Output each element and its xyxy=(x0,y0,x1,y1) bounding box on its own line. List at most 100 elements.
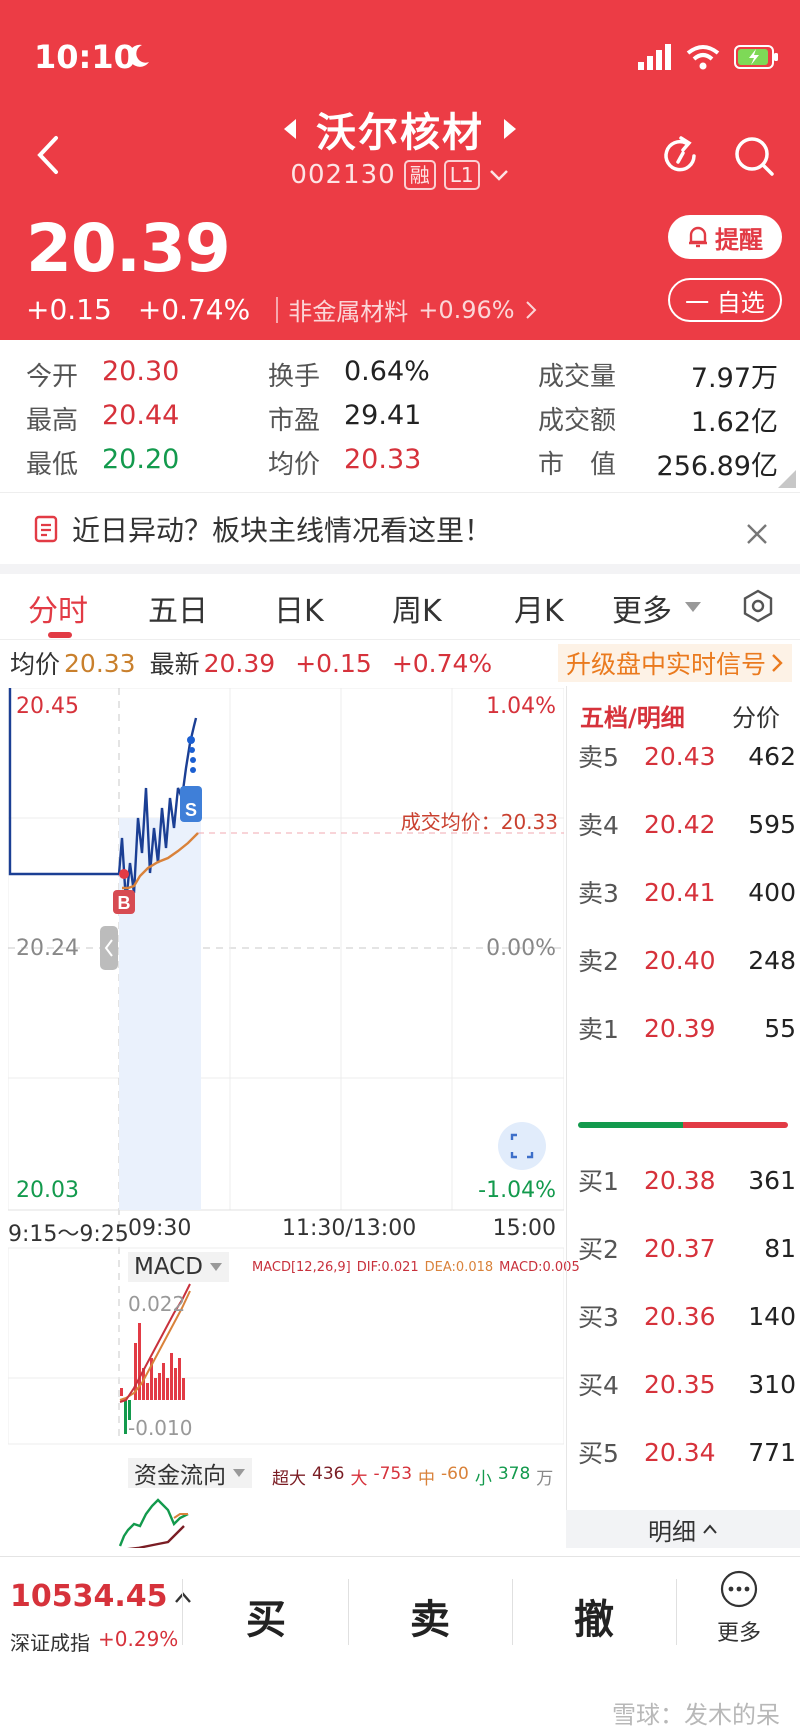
moon-icon xyxy=(128,44,149,67)
stock-header: 10:10 沃尔核材 002130 融 L1 20.39 +0.15 +0.74… xyxy=(0,0,800,340)
y-label-bottom: 20.03 xyxy=(16,1178,79,1203)
bid-row-3: 买3 20.36 140 xyxy=(578,1301,796,1333)
tab-more[interactable]: 更多 xyxy=(612,586,672,630)
pe-label: 市盈 xyxy=(268,406,321,436)
index-pct: +0.29% xyxy=(98,1627,179,1651)
bottom-trade-bar: 10534.45 深证成指 +0.29% 买 卖 撤 更多 雪球：发木的呆 xyxy=(0,1556,800,1732)
chevron-right-icon xyxy=(525,300,537,319)
chart-tabs: 分时 五日 日K 周K 月K 更多 xyxy=(0,574,800,640)
macd-bottom-label: -0.010 xyxy=(128,1416,193,1440)
bell-icon xyxy=(689,226,707,248)
time-label-noon: 11:30/13:00 xyxy=(282,1216,417,1241)
macd-values: MACD[12,26,9] DIF:0.021 DEA:0.018 MACD:0… xyxy=(252,1260,580,1275)
turnover-label: 换手 xyxy=(268,362,321,392)
more-dots-icon xyxy=(720,1570,758,1608)
more-button[interactable]: 更多 xyxy=(712,1569,766,1647)
open-value: 20.30 xyxy=(102,356,180,387)
price-change: +0.15 xyxy=(26,293,112,326)
chevron-down-icon xyxy=(489,170,508,181)
ask-row-5: 卖5 20.43 462 xyxy=(578,741,796,773)
fund-flow-select[interactable]: 资金流向 xyxy=(128,1458,252,1489)
flow-small-label: 小 xyxy=(474,1469,492,1489)
bid-row-2: 买2 20.37 81 xyxy=(578,1233,796,1265)
macd-dif: DIF:0.021 xyxy=(356,1260,419,1275)
sell-button[interactable]: 卖 xyxy=(410,1587,450,1645)
cancel-order-button[interactable]: 撤 xyxy=(574,1587,614,1645)
sector-link[interactable]: 非金属材料 +0.96% xyxy=(276,292,537,327)
prev-stock-arrow-icon[interactable] xyxy=(284,119,296,139)
buy-marker: B xyxy=(118,893,131,913)
info-avg-value: 20.33 xyxy=(64,648,136,678)
order-book: 五档/明细 分价 卖5 20.43 462 卖4 20.42 595 卖3 20.41 40… xyxy=(566,686,800,1548)
index-ticker[interactable]: 10534.45 xyxy=(10,1579,192,1614)
flow-mid: -60 xyxy=(441,1464,469,1484)
pct-label-bottom: -1.04% xyxy=(478,1178,556,1203)
order-book-tab[interactable]: 五档/明细 xyxy=(580,698,685,733)
dropdown-icon xyxy=(233,1469,245,1477)
tab-weekly-k[interactable]: 周K xyxy=(392,586,442,630)
flow-large: -753 xyxy=(373,1464,413,1484)
price-dist-tab[interactable]: 分价 xyxy=(732,698,780,733)
flow-mid-label: 中 xyxy=(418,1469,436,1489)
alert-button[interactable]: 提醒 xyxy=(668,215,782,259)
notice-text: 近日异动？板块主线情况看这里！ xyxy=(72,513,493,547)
sector-name: 非金属材料 xyxy=(288,298,409,326)
time-label-open: 09:30 xyxy=(128,1216,192,1241)
watermark: 雪球：发木的呆 xyxy=(612,1701,780,1729)
change-row: +0.15 +0.74% 非金属材料 +0.96% xyxy=(26,292,537,327)
more-label: 更多 xyxy=(716,1621,761,1646)
buy-button[interactable]: 买 xyxy=(246,1587,286,1645)
stock-code: 002130 xyxy=(290,160,396,190)
flow-super-label: 超大 xyxy=(272,1469,306,1489)
fund-flow-values: 超大 436 大 -753 中 -60 小 378 万 xyxy=(272,1464,553,1489)
bid-ask-ratio-bar xyxy=(578,1122,788,1128)
dropdown-icon xyxy=(685,602,701,612)
dropdown-icon xyxy=(209,1263,222,1271)
bid-row-1: 买1 20.38 361 xyxy=(578,1165,796,1197)
macd-params: MACD[12,26,9] xyxy=(252,1260,351,1275)
ask-row-3: 卖3 20.41 400 xyxy=(578,877,796,909)
pct-label-top: 1.04% xyxy=(486,694,556,719)
bid-row-4: 买4 20.35 310 xyxy=(578,1369,796,1401)
avg-label: 均价 xyxy=(268,450,321,480)
info-avg-label: 均价 xyxy=(10,650,61,679)
volume-label: 成交量 xyxy=(538,362,617,392)
macd-indicator-select[interactable]: MACD xyxy=(128,1252,229,1282)
settings-icon[interactable] xyxy=(740,588,776,624)
tab-monthly-k[interactable]: 月K xyxy=(514,586,564,630)
close-icon[interactable] xyxy=(746,523,768,545)
ask-row-2: 卖2 20.40 248 xyxy=(578,945,796,977)
pct-label-mid: 0.00% xyxy=(486,936,556,961)
detail-label: 明细 xyxy=(648,1517,696,1546)
high-label: 最高 xyxy=(26,406,79,436)
battery-icon xyxy=(734,45,778,69)
refresh-icon[interactable] xyxy=(656,132,704,180)
flow-large-label: 大 xyxy=(350,1469,368,1489)
info-change: +0.15 xyxy=(295,648,372,678)
next-stock-arrow-icon[interactable] xyxy=(504,119,516,139)
cap-value: 256.89亿 xyxy=(656,451,778,482)
tab-daily-k[interactable]: 日K xyxy=(274,586,324,630)
ask-row-4: 卖4 20.42 595 xyxy=(578,809,796,841)
volume-value: 7.97万 xyxy=(690,363,778,394)
watchlist-button[interactable]: 一 自选 xyxy=(668,278,782,322)
search-icon[interactable] xyxy=(730,132,778,180)
notice-banner[interactable]: 近日异动？板块主线情况看这里！ xyxy=(0,492,800,574)
intraday-chart[interactable]: B S 20.45 20.24 20.03 1.04% 0.00% -1.04%… xyxy=(8,688,580,1548)
expand-corner-icon[interactable] xyxy=(778,470,796,488)
price-change-pct: +0.74% xyxy=(137,293,251,326)
stats-panel: 今开 20.30 最高 20.44 最低 20.20 换手 0.64% 市盈 2… xyxy=(0,340,800,492)
status-icons xyxy=(638,40,780,74)
alert-label: 提醒 xyxy=(715,225,763,254)
chevron-up-icon xyxy=(703,1524,717,1534)
open-label: 今开 xyxy=(26,362,79,392)
upgrade-signal-button[interactable]: 升级盘中实时信号 xyxy=(557,644,792,682)
macd-dea: DEA:0.018 xyxy=(424,1260,494,1275)
detail-toggle[interactable]: 明细 xyxy=(566,1510,800,1548)
tab-five-day[interactable]: 五日 xyxy=(148,586,208,630)
flow-small: 378 xyxy=(497,1464,531,1484)
tab-intraday[interactable]: 分时 xyxy=(28,586,88,630)
amount-value: 1.62亿 xyxy=(690,407,778,438)
info-latest-label: 最新 xyxy=(149,650,200,679)
time-label-preopen: 9:15～9:25 xyxy=(8,1222,129,1247)
